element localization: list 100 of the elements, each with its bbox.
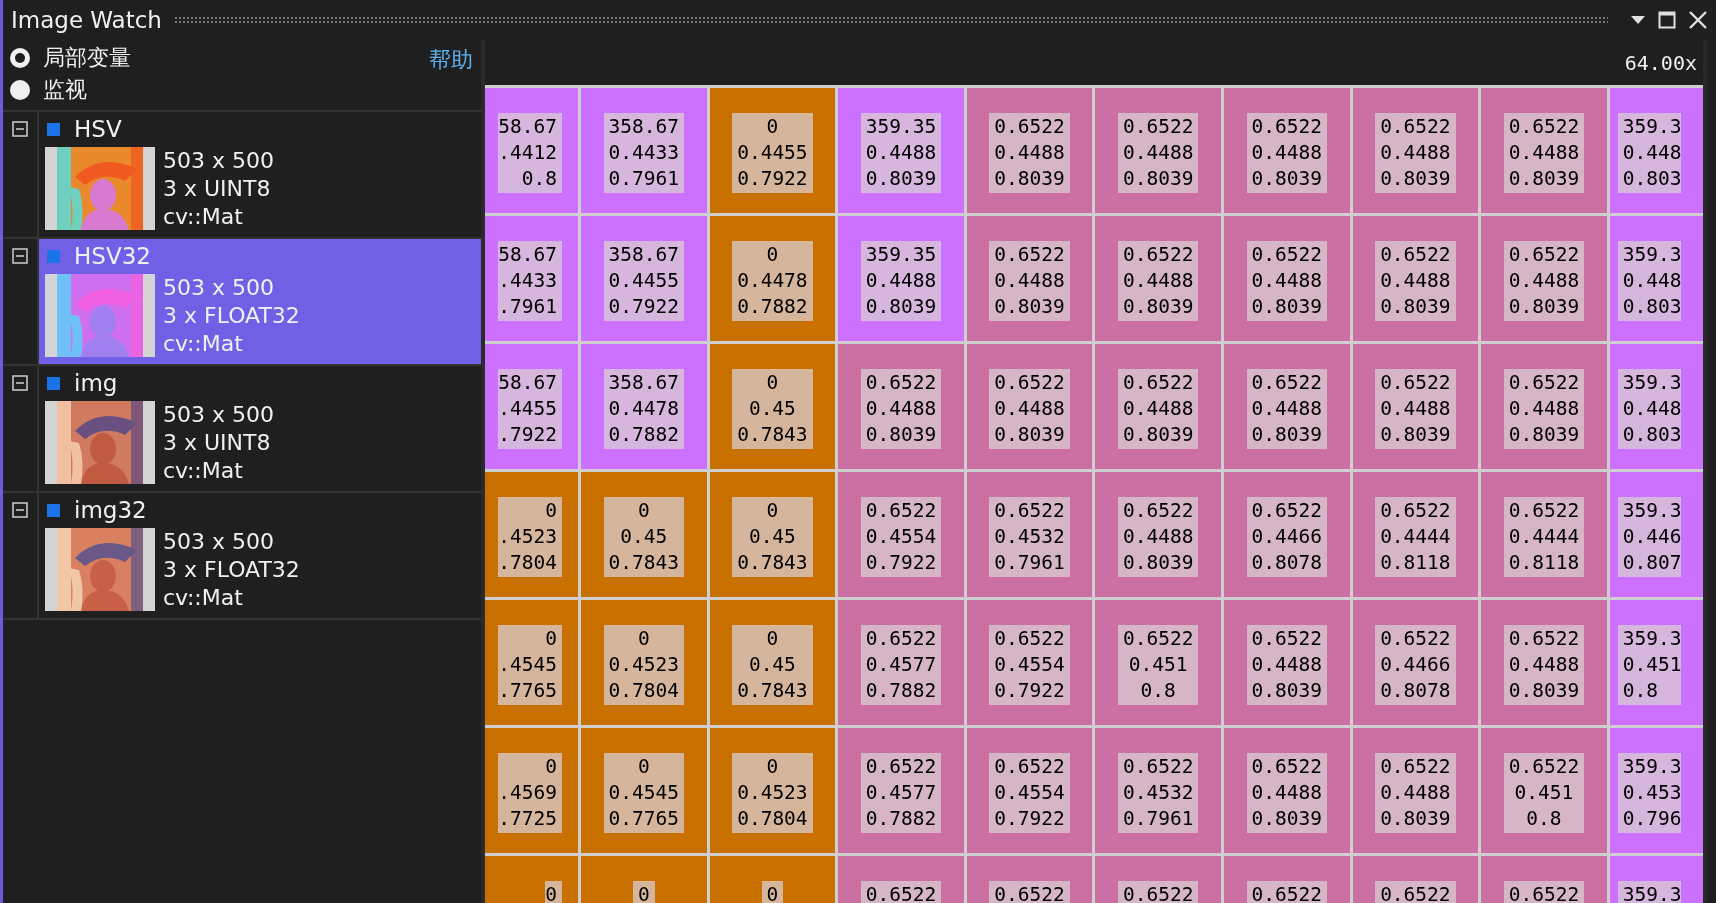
pixel-value: 0	[766, 114, 779, 140]
pixel-value: 0.451	[1514, 780, 1574, 806]
pixel-value: 0.8039	[1251, 294, 1322, 320]
pixel-value: 0.6522	[1122, 626, 1194, 652]
variable-type-icon	[47, 249, 60, 263]
pixel-value: 0.7765	[608, 806, 679, 832]
pixel-value: 0.4554	[994, 652, 1065, 678]
pixel-value: 0.6522	[1251, 370, 1322, 396]
pixel-value: 0.6522	[1251, 114, 1322, 140]
pixel-value: 0.448	[1622, 140, 1682, 166]
pixel-value: 0.4488	[1122, 268, 1194, 294]
variable-name: HSV	[74, 116, 122, 142]
pixel-value: 0.8039	[1122, 550, 1194, 576]
variable-type-icon	[47, 503, 60, 517]
pixel-value: 0.803	[1622, 166, 1682, 192]
image-class: cv::Mat	[163, 457, 244, 485]
pixel-value: 0.4554	[865, 524, 937, 550]
pixel-value: 0.7961	[994, 550, 1065, 576]
pixel-value: 0.448	[1622, 396, 1682, 422]
pixel-value: 0.8039	[1508, 294, 1580, 320]
maximize-icon[interactable]	[1658, 11, 1676, 29]
pixel-value: .4433	[498, 268, 557, 294]
collapse-icon[interactable]	[12, 502, 28, 518]
pixel-value: 0.6522	[1251, 242, 1322, 268]
variable-type-icon	[47, 376, 60, 390]
pixel-value: 0.8039	[994, 422, 1065, 448]
pixel-value: 359.3	[1622, 498, 1682, 524]
image-class: cv::Mat	[163, 584, 244, 612]
pixel-value: 0.6522	[994, 242, 1065, 268]
pixel-value: 0.8039	[1508, 678, 1580, 704]
radio-button[interactable]	[9, 47, 31, 69]
pixel-value: 0.6522	[1508, 498, 1580, 524]
pixel-value: 0.7804	[608, 678, 679, 704]
pixel-value: 0.6522	[994, 626, 1065, 652]
pixel-value: .7804	[498, 550, 557, 576]
pixel-value: 0.4488	[994, 268, 1065, 294]
pixel-value: 0.7882	[865, 678, 937, 704]
pixel-value: 359.3	[1622, 114, 1682, 140]
pixel-value: 0.7804	[737, 806, 808, 832]
image-class: cv::Mat	[163, 203, 244, 231]
pixel-value: 0.8039	[1122, 422, 1194, 448]
pixel-value: 0	[545, 882, 557, 903]
variable-name: img	[74, 370, 118, 396]
variable-item[interactable]: HSV32 503 x 500 3 x FLOAT32 cv::Mat	[39, 239, 481, 364]
pixel-value: 0.6522	[1122, 114, 1194, 140]
pixel-value: 0.448	[1622, 268, 1682, 294]
pixel-value: 0.6522	[865, 882, 937, 903]
pixel-value: 0.4488	[1380, 780, 1451, 806]
pixel-value: 0.4488	[1122, 396, 1194, 422]
close-icon[interactable]	[1688, 10, 1708, 30]
variable-item[interactable]: img 503 x 500 3 x UINT8 cv::Mat	[39, 366, 481, 491]
pixel-value: .4523	[498, 524, 557, 550]
collapse-icon[interactable]	[12, 375, 28, 391]
radio-label[interactable]: 局部变量	[43, 43, 131, 73]
pixel-value: 0.4523	[608, 652, 679, 678]
pixel-value: 0.4466	[1380, 652, 1451, 678]
pixel-value: 0.4488	[865, 140, 937, 166]
pixel-value: 0.6522	[1380, 114, 1451, 140]
pixel-value: 0.4478	[608, 396, 679, 422]
pixel-value: 0.6522	[1122, 242, 1194, 268]
pixel-value: 359.3	[1622, 882, 1682, 903]
image-type: 3 x UINT8	[163, 429, 272, 457]
collapse-icon[interactable]	[12, 121, 28, 137]
pixel-value: 0.4488	[1508, 140, 1580, 166]
pixel-value: 0.4488	[1251, 652, 1322, 678]
dropdown-caret-icon[interactable]	[1630, 15, 1646, 25]
pixel-value: 0.6522	[865, 370, 937, 396]
pixel-value: .7922	[498, 422, 557, 448]
pixel-value: 358.67	[608, 370, 679, 396]
pixel-value: 0.4455	[737, 140, 808, 166]
pixel-value: 359.35	[865, 114, 937, 140]
pixel-value: 0.8078	[1380, 678, 1451, 704]
pixel-value: 0	[766, 882, 779, 903]
pixel-value: 0.8039	[865, 422, 937, 448]
pixel-value: 0.807	[1622, 550, 1682, 576]
pixel-value: 0.4554	[994, 780, 1065, 806]
collapse-icon[interactable]	[12, 248, 28, 264]
pixel-value: 0.7843	[737, 550, 808, 576]
radio-button[interactable]	[9, 79, 31, 101]
pixel-value: 0.6522	[1380, 370, 1451, 396]
pixel-value: 0.6522	[994, 882, 1065, 903]
pixel-value: 58.67	[498, 242, 557, 268]
pixel-value: 0.4466	[1251, 524, 1322, 550]
variable-item[interactable]: HSV 503 x 500 3 x UINT8 cv::Mat	[39, 112, 481, 237]
pixel-value: 0.4488	[1508, 268, 1580, 294]
radio-label[interactable]: 监视	[43, 75, 87, 105]
pixel-value: 0.6522	[865, 498, 937, 524]
pixel-value: .4455	[498, 396, 557, 422]
image-type: 3 x UINT8	[163, 175, 272, 203]
pixel-value: 0.8039	[1380, 806, 1451, 832]
help-link[interactable]: 帮助	[429, 45, 473, 106]
pixel-value: 0.4478	[737, 268, 808, 294]
pixel-value: 0.446	[1622, 524, 1682, 550]
pixel-value: 0.6522	[1122, 754, 1194, 780]
pixel-value: 0	[545, 626, 557, 652]
pixel-value: 0.4488	[1251, 780, 1322, 806]
pixel-value: 0.8039	[1251, 806, 1322, 832]
zoom-level: 64.00x	[1624, 50, 1697, 75]
variable-item[interactable]: img32 503 x 500 3 x FLOAT32 cv::Mat	[39, 493, 481, 618]
pixel-value: 0.4488	[1508, 652, 1580, 678]
